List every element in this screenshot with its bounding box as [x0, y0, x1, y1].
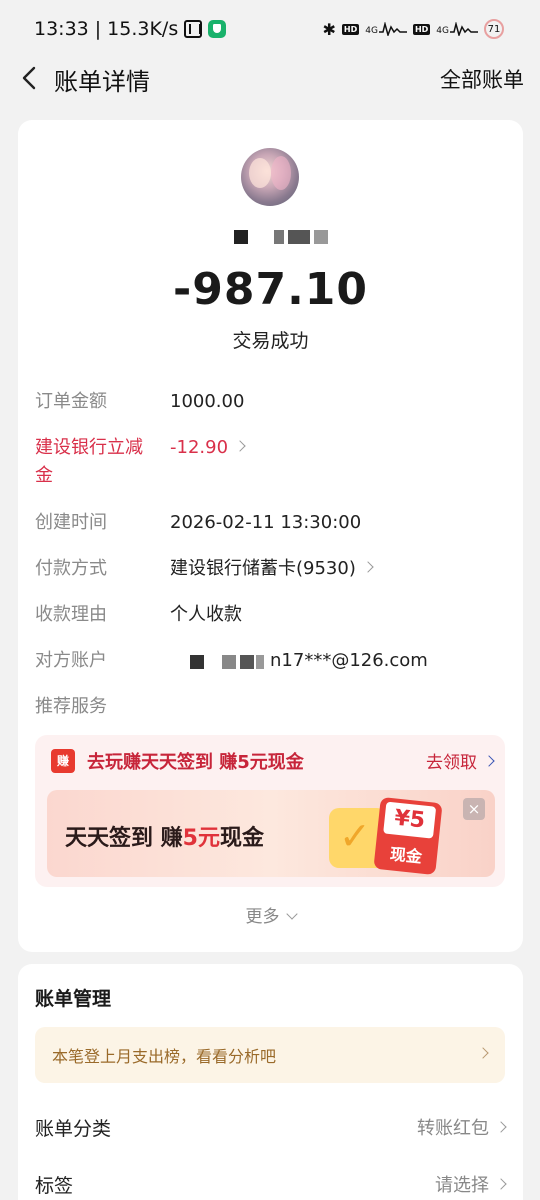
hd-icon: HD	[341, 23, 360, 35]
top-nav: 账单详情 全部账单	[0, 58, 540, 98]
hd-icon-2: HD	[412, 23, 431, 35]
net-label-1: 4G	[365, 26, 378, 36]
payee-name-redacted	[204, 224, 354, 246]
order-amount-value: 1000.00	[170, 391, 245, 412]
created-time-value: 2026-02-11 13:30:00	[170, 512, 362, 533]
checkin-banner[interactable]: 天天签到 赚5元现金 ¥5 现金 ×	[47, 790, 495, 877]
category-text: 转账红包	[417, 1118, 489, 1139]
signal-icon-2: 4G	[436, 22, 478, 36]
transaction-amount: -987.10	[172, 264, 369, 315]
tag-label: 标签	[35, 1175, 74, 1197]
transaction-status: 交易成功	[232, 330, 309, 352]
claim-link-label: 去领取	[426, 753, 477, 773]
status-time: 13:33	[34, 18, 89, 40]
banner-highlight: 5元	[182, 826, 220, 851]
account-email: n17***@126.com	[270, 650, 428, 671]
promo-box: 赚 去玩赚天天签到 赚5元现金 去领取 天天签到 赚5元现金 ¥5 现金 ×	[35, 735, 505, 887]
signal-wave-icon	[378, 22, 407, 36]
banner-text: 天天签到 赚5元现金	[65, 820, 264, 852]
chevron-right-icon	[477, 1047, 489, 1059]
more-label: 更多	[245, 907, 280, 927]
insight-banner[interactable]: 本笔登上月支出榜，看看分析吧	[35, 1027, 505, 1083]
manage-title: 账单管理	[35, 988, 112, 1010]
discount-value: -12.90	[170, 434, 246, 462]
category-value: 转账红包	[417, 1114, 507, 1140]
bluetooth-icon: ✱	[322, 19, 336, 39]
payment-method-value: 建设银行储蓄卡(9530)	[170, 555, 374, 583]
insight-text: 本笔登上月支出榜，看看分析吧	[52, 1047, 277, 1066]
discount-label: 建设银行立减金	[35, 437, 143, 486]
signal-wave-icon-2	[450, 22, 478, 36]
close-icon[interactable]: ×	[463, 798, 485, 820]
order-amount-label: 订单金额	[35, 391, 107, 412]
cash-amount: ¥5	[383, 801, 437, 839]
category-label: 账单分类	[35, 1118, 112, 1140]
chevron-right-icon	[483, 755, 495, 767]
status-separator: |	[94, 18, 102, 40]
bill-detail-card: -987.10 交易成功 订单金额 1000.00 建设银行立减金 -12.90…	[18, 120, 523, 952]
chevron-down-icon	[285, 908, 298, 920]
page-title: 账单详情	[54, 68, 150, 96]
earn-icon: 赚	[51, 749, 75, 773]
cash-card-icon: ¥5 现金	[373, 796, 443, 876]
tag-value: 请选择	[435, 1171, 507, 1197]
account-label: 对方账户	[35, 650, 107, 671]
chevron-right-icon	[495, 1178, 507, 1190]
net-label-2: 4G	[436, 26, 449, 36]
created-time-label: 创建时间	[35, 512, 107, 533]
status-left: 13:33 | 15.3K/s	[34, 18, 227, 40]
shield-app-icon	[208, 20, 227, 38]
row-discount[interactable]: 建设银行立减金 -12.90	[35, 434, 505, 490]
status-bar: 13:33 | 15.3K/s ✱ HD 4G HD 4G 71	[0, 0, 540, 58]
payment-method-label: 付款方式	[35, 558, 107, 579]
signal-icon-1: 4G	[365, 22, 407, 36]
back-arrow-icon[interactable]	[16, 62, 48, 94]
discount-amount: -12.90	[170, 437, 229, 458]
nfc-icon	[184, 20, 203, 38]
reason-label: 收款理由	[35, 604, 107, 625]
chevron-right-icon	[234, 440, 246, 452]
chevron-right-icon	[362, 561, 374, 573]
chevron-right-icon	[495, 1121, 507, 1133]
payee-avatar[interactable]	[241, 148, 299, 206]
banner-suffix: 现金	[219, 826, 264, 851]
battery-icon: 71	[484, 19, 504, 39]
claim-link[interactable]: 去领取	[426, 748, 495, 773]
more-button[interactable]: 更多	[18, 902, 523, 927]
cash-word: 现金	[389, 844, 423, 867]
status-right: ✱ HD 4G HD 4G 71	[322, 19, 504, 39]
tag-text: 请选择	[435, 1175, 489, 1196]
network-speed: 15.3K/s	[107, 18, 179, 40]
bill-manage-card: 账单管理 本笔登上月支出榜，看看分析吧 账单分类 转账红包 标签 请选择	[18, 964, 523, 1200]
recommend-label: 推荐服务	[35, 696, 107, 717]
all-bills-link[interactable]: 全部账单	[440, 64, 524, 94]
promo-text[interactable]: 去玩赚天天签到 赚5元现金	[87, 748, 304, 774]
reason-value: 个人收款	[170, 604, 242, 625]
payment-method-text: 建设银行储蓄卡(9530)	[170, 558, 356, 579]
banner-prefix: 天天签到 赚	[65, 826, 183, 851]
